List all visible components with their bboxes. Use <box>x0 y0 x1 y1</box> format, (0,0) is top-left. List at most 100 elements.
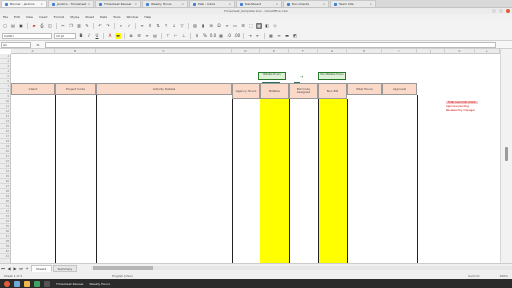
close-icon[interactable]: × <box>40 2 43 6</box>
column-header-e[interactable]: E <box>260 49 289 54</box>
show-draw-functions-icon[interactable]: ◇ <box>272 23 278 29</box>
status-sum[interactable]: Sum=0 <box>468 274 479 278</box>
font-name-combo[interactable]: Calibri <box>2 32 52 39</box>
browser-tab[interactable]: Banner - Jenkins × <box>1 0 47 7</box>
new-icon[interactable]: ▢ <box>2 23 8 29</box>
header-billable[interactable]: Billable <box>260 83 289 99</box>
font-size-combo[interactable]: 10 pt <box>54 32 76 39</box>
close-icon[interactable]: × <box>87 2 90 6</box>
align-middle-icon[interactable]: ⊢ <box>173 33 179 39</box>
align-top-icon[interactable]: ⊤ <box>165 33 171 39</box>
menu-edit[interactable]: Edit <box>11 15 23 19</box>
justify-icon[interactable]: ▤ <box>152 33 158 39</box>
column-header-a[interactable]: A <box>11 49 55 54</box>
increase-indent-icon[interactable]: ⇥ <box>247 33 253 39</box>
undo-icon[interactable]: ↶ <box>97 23 103 29</box>
add-sheet-icon[interactable]: + <box>24 265 30 271</box>
spreadsheet-grid[interactable]: A B C D E F G H I J K L 1 2 3 4 5 6 7 8 9 10 11 12 1… <box>0 49 500 263</box>
sort-icon[interactable]: ⇅ <box>155 23 161 29</box>
taskbar-item[interactable]: Weekly Hours <box>89 282 110 286</box>
currency-icon[interactable]: $ <box>194 33 200 39</box>
column-header-d[interactable]: D <box>232 49 260 54</box>
number-format-icon[interactable]: 0.0 <box>210 33 216 39</box>
menu-view[interactable]: View <box>23 15 36 19</box>
redo-icon[interactable]: ↷ <box>105 23 111 29</box>
column-header-l[interactable]: L <box>475 49 500 54</box>
close-icon[interactable]: × <box>181 2 184 6</box>
header-non-bill[interactable]: Non Bill <box>318 83 347 99</box>
date-format-icon[interactable]: ▦ <box>218 33 224 39</box>
column-header-h[interactable]: H <box>347 49 382 54</box>
browser-app-icon[interactable] <box>24 280 30 287</box>
italic-icon[interactable]: I <box>86 33 92 39</box>
header-client[interactable]: Client <box>11 83 55 95</box>
minimize-icon[interactable] <box>492 9 496 13</box>
header-approval[interactable]: Approval <box>382 83 417 95</box>
paste-icon[interactable]: ▥ <box>76 23 82 29</box>
formula-input[interactable] <box>45 41 496 48</box>
decrease-indent-icon[interactable]: ⇤ <box>255 33 261 39</box>
underline-icon[interactable]: U <box>94 33 100 39</box>
align-bottom-icon[interactable]: ⊥ <box>181 33 187 39</box>
hyperlink-icon[interactable]: ∞ <box>224 23 230 29</box>
app-menu-icon[interactable] <box>4 280 10 287</box>
close-icon[interactable]: × <box>275 2 278 6</box>
pivot-table-icon[interactable]: ⊞ <box>208 23 214 29</box>
find-replace-icon[interactable]: ⌕ <box>118 23 124 29</box>
clone-formatting-icon[interactable]: ✎ <box>84 23 90 29</box>
border-color-icon[interactable]: ▬ <box>284 33 290 39</box>
horizontal-scrollbar[interactable] <box>91 266 512 270</box>
bold-icon[interactable]: B <box>78 33 84 39</box>
percent-icon[interactable]: % <box>202 33 208 39</box>
browser-tab[interactable]: Weekly Hours × <box>142 0 188 7</box>
row-icon[interactable]: ≡ <box>139 23 145 29</box>
sheet-tab[interactable]: Summary <box>52 264 78 272</box>
font-color-icon[interactable]: A <box>107 33 113 39</box>
browser-tab[interactable]: Mail - Inbox × <box>189 0 235 7</box>
menu-sheet[interactable]: Sheet <box>82 15 97 19</box>
sort-ascending-icon[interactable]: ↑ <box>163 23 169 29</box>
status-language[interactable]: English (USA) <box>112 274 132 278</box>
column-header-b[interactable]: B <box>55 49 96 54</box>
print-preview-icon[interactable]: ◫ <box>47 23 53 29</box>
header-project-code[interactable]: Project Code <box>55 83 96 95</box>
column-header-f[interactable]: F <box>289 49 318 54</box>
sort-descending-icon[interactable]: ↓ <box>171 23 177 29</box>
zoom-level[interactable]: 100% <box>499 274 508 278</box>
horizontal-scroll-thumb[interactable] <box>93 266 154 270</box>
browser-tab[interactable]: Team Site × <box>330 0 376 7</box>
taskbar-item[interactable]: Timesheet Review <box>56 282 83 286</box>
close-icon[interactable]: × <box>369 2 372 6</box>
column-icon[interactable]: ⦀ <box>147 23 153 29</box>
column-header-k[interactable]: K <box>445 49 475 54</box>
browser-tab[interactable]: Dashboard × <box>236 0 282 7</box>
copy-icon[interactable]: ❐ <box>68 23 74 29</box>
header-activity-details[interactable]: Activity Details <box>96 83 232 95</box>
header-bill-code[interactable]: Bill Code Assigned <box>289 83 318 99</box>
header-agency-hours[interactable]: Agency Hours <box>232 83 260 99</box>
header-total-hours[interactable]: Total Hours <box>347 83 382 95</box>
autofilter-icon[interactable]: ▽ <box>179 23 185 29</box>
browser-tab[interactable]: Documents × <box>283 0 329 7</box>
headers-footers-icon[interactable]: ☰ <box>240 23 246 29</box>
menu-data[interactable]: Data <box>97 15 110 19</box>
save-icon[interactable]: ▣ <box>18 23 24 29</box>
menu-tools[interactable]: Tools <box>110 15 123 19</box>
pdf-icon[interactable]: ▰ <box>31 23 37 29</box>
split-window-icon[interactable]: ◧ <box>264 23 270 29</box>
menu-help[interactable]: Help <box>141 15 154 19</box>
column-header-i[interactable]: I <box>382 49 417 54</box>
sheet-tab[interactable]: Sheet1 <box>31 264 52 272</box>
insert-chart-icon[interactable]: ▮ <box>200 23 206 29</box>
open-icon[interactable]: ▤ <box>10 23 16 29</box>
menu-window[interactable]: Window <box>124 15 142 19</box>
add-decimal-icon[interactable]: .0 <box>226 33 232 39</box>
insert-image-icon[interactable]: ▨ <box>192 23 198 29</box>
menu-styles[interactable]: Styles <box>67 15 82 19</box>
vertical-scrollbar[interactable] <box>500 49 512 263</box>
align-right-icon[interactable]: ≡ <box>144 33 150 39</box>
borders-icon[interactable]: ▦ <box>268 33 274 39</box>
menu-file[interactable]: File <box>0 15 11 19</box>
align-left-icon[interactable]: ≣ <box>128 33 134 39</box>
column-header-j[interactable]: J <box>417 49 445 54</box>
